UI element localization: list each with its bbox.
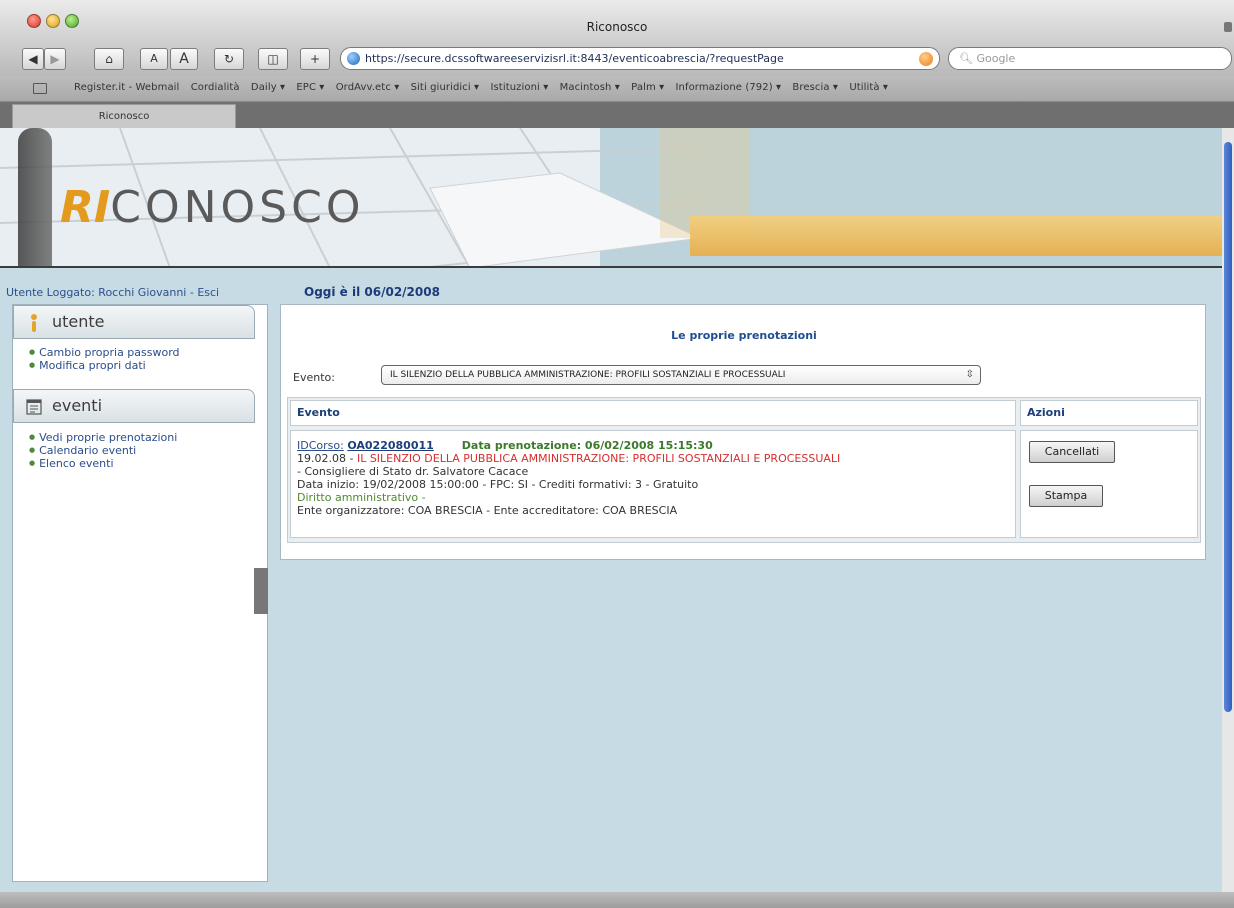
- logo-ri: RI: [60, 182, 111, 233]
- bookmark-item[interactable]: Informazione (792) ▾: [675, 82, 781, 93]
- sidebar-item-my-bookings[interactable]: Vedi proprie prenotazioni: [29, 431, 177, 444]
- column-header-azioni: Azioni: [1020, 400, 1198, 426]
- bookmarks-list: Register.it - Webmail Cordialità Daily ▾…: [74, 82, 896, 93]
- search-placeholder: Google: [976, 52, 1016, 65]
- event-speaker: - Consigliere di Stato dr. Salvatore Cac…: [297, 465, 529, 478]
- sidebar-section-eventi: eventi: [13, 389, 255, 423]
- text-smaller-button[interactable]: A: [140, 48, 168, 70]
- calendar-icon: [26, 399, 42, 415]
- bookmarks-bar: Register.it - Webmail Cordialità Daily ▾…: [0, 76, 1234, 102]
- status-bar: [0, 892, 1234, 908]
- bookmark-item[interactable]: Daily ▾: [251, 82, 285, 93]
- reload-button[interactable]: ↻: [214, 48, 244, 70]
- event-date: 19.02.08 -: [297, 452, 357, 465]
- bookmarks-book-icon[interactable]: [33, 83, 47, 94]
- window-titlebar: Riconosco: [0, 0, 1234, 42]
- bookmark-item[interactable]: OrdAvv.etc ▾: [336, 82, 400, 93]
- event-title: IL SILENZIO DELLA PUBBLICA AMMINISTRAZIO…: [356, 452, 841, 465]
- window-title: Riconosco: [586, 20, 648, 34]
- bookings-table: Evento Azioni IDCorso: OA022080011 Data p…: [287, 397, 1201, 543]
- print-button[interactable]: Stampa: [1029, 485, 1103, 507]
- text-bigger-button[interactable]: A: [170, 48, 198, 70]
- forward-button[interactable]: ▶: [44, 48, 66, 70]
- booking-date: Data prenotazione: 06/02/2008 15:15:30: [461, 439, 713, 452]
- logged-user-line: Utente Loggato: Rocchi Giovanni - Esci: [6, 286, 219, 299]
- event-subject: Diritto amministrativo -: [297, 491, 426, 504]
- utente-links: Cambio propria password Modifica propri …: [29, 346, 180, 372]
- page-title: Le proprie prenotazioni: [671, 329, 817, 342]
- table-row: IDCorso: OA022080011 Data prenotazione: 0…: [290, 430, 1016, 538]
- idcorso-link[interactable]: OA022080011: [347, 439, 433, 452]
- cancel-booking-button[interactable]: Cancellati: [1029, 441, 1115, 463]
- sidebar-item-edit-data[interactable]: Modifica propri dati: [29, 359, 180, 372]
- person-silhouette: [18, 128, 52, 266]
- bookmark-item[interactable]: Brescia ▾: [792, 82, 838, 93]
- today-date: Oggi è il 06/02/2008: [304, 285, 440, 299]
- bookmark-item[interactable]: Palm ▾: [631, 82, 664, 93]
- bookmark-item[interactable]: Utilità ▾: [849, 82, 888, 93]
- add-bookmark-button[interactable]: +: [300, 48, 330, 70]
- actions-cell: Cancellati Stampa: [1020, 430, 1198, 538]
- logo-text: CONOSCO: [110, 182, 365, 233]
- booking-details: IDCorso: OA022080011 Data prenotazione: 0…: [297, 439, 840, 517]
- logout-link[interactable]: Esci: [197, 286, 219, 299]
- evento-select-value: IL SILENZIO DELLA PUBBLICA AMMINISTRAZIO…: [390, 370, 786, 380]
- bookmark-item[interactable]: Register.it - Webmail: [74, 82, 179, 93]
- bookings-panel: Le proprie prenotazioni Evento: IL SILEN…: [280, 304, 1206, 560]
- tab-bar: Riconosco: [0, 102, 1234, 128]
- bookmark-item[interactable]: Cordialità: [191, 82, 240, 93]
- user-icon: [31, 314, 37, 332]
- snapback-button[interactable]: ◫: [258, 48, 288, 70]
- address-field[interactable]: https://secure.dcssoftwareeservizisrl.it…: [340, 47, 940, 70]
- back-button[interactable]: ◀: [22, 48, 44, 70]
- bookmark-item[interactable]: Istituzioni ▾: [490, 82, 548, 93]
- sidebar-item-event-list[interactable]: Elenco eventi: [29, 457, 177, 470]
- bookmark-item[interactable]: EPC ▾: [296, 82, 324, 93]
- idcorso-label: IDCorso:: [297, 439, 344, 452]
- lock-icon: [1224, 22, 1232, 32]
- search-field[interactable]: 🔍︎ Google: [948, 47, 1232, 70]
- web-page: RICONOSCO Utente Loggato: Rocchi Giovann…: [0, 128, 1222, 892]
- rss-icon[interactable]: [919, 52, 933, 66]
- home-button[interactable]: ⌂: [94, 48, 124, 70]
- site-banner: RICONOSCO: [0, 128, 1222, 268]
- evento-label: Evento:: [293, 371, 335, 384]
- event-organizers: Ente organizzatore: COA BRESCIA - Ente a…: [297, 504, 678, 517]
- vertical-scrollbar[interactable]: [1222, 128, 1234, 892]
- tab-riconosco[interactable]: Riconosco: [12, 104, 236, 128]
- sidebar-resize-handle[interactable]: [254, 568, 268, 614]
- address-text: https://secure.dcssoftwareeservizisrl.it…: [365, 52, 784, 65]
- sidebar-section-title: eventi: [52, 396, 103, 415]
- eventi-links: Vedi proprie prenotazioni Calendario eve…: [29, 431, 177, 470]
- globe-icon: [347, 52, 360, 65]
- search-icon: 🔍︎: [959, 52, 977, 65]
- sidebar-item-change-password[interactable]: Cambio propria password: [29, 346, 179, 359]
- riconosco-logo: RICONOSCO: [60, 182, 364, 233]
- sidebar-item-event-calendar[interactable]: Calendario eventi: [29, 444, 177, 457]
- evento-select[interactable]: IL SILENZIO DELLA PUBBLICA AMMINISTRAZIO…: [381, 365, 981, 385]
- bookmark-item[interactable]: Siti giuridici ▾: [411, 82, 480, 93]
- sidebar-section-title: utente: [52, 312, 105, 331]
- browser-toolbar: ◀ ▶ ⌂ A A ↻ ◫ + https://secure.dcssoftwa…: [0, 42, 1234, 76]
- column-header-evento: Evento: [290, 400, 1016, 426]
- bookmark-item[interactable]: Macintosh ▾: [560, 82, 620, 93]
- banner-stripe: [690, 216, 1222, 256]
- select-arrows-icon: ⇳: [965, 369, 974, 380]
- sidebar: utente Cambio propria password Modifica …: [12, 304, 268, 882]
- event-info: Data inizio: 19/02/2008 15:00:00 - FPC: …: [297, 478, 699, 491]
- sidebar-section-utente: utente: [13, 305, 255, 339]
- scrollbar-thumb[interactable]: [1224, 142, 1232, 712]
- logged-user-label: Utente Loggato: Rocchi Giovanni -: [6, 286, 198, 299]
